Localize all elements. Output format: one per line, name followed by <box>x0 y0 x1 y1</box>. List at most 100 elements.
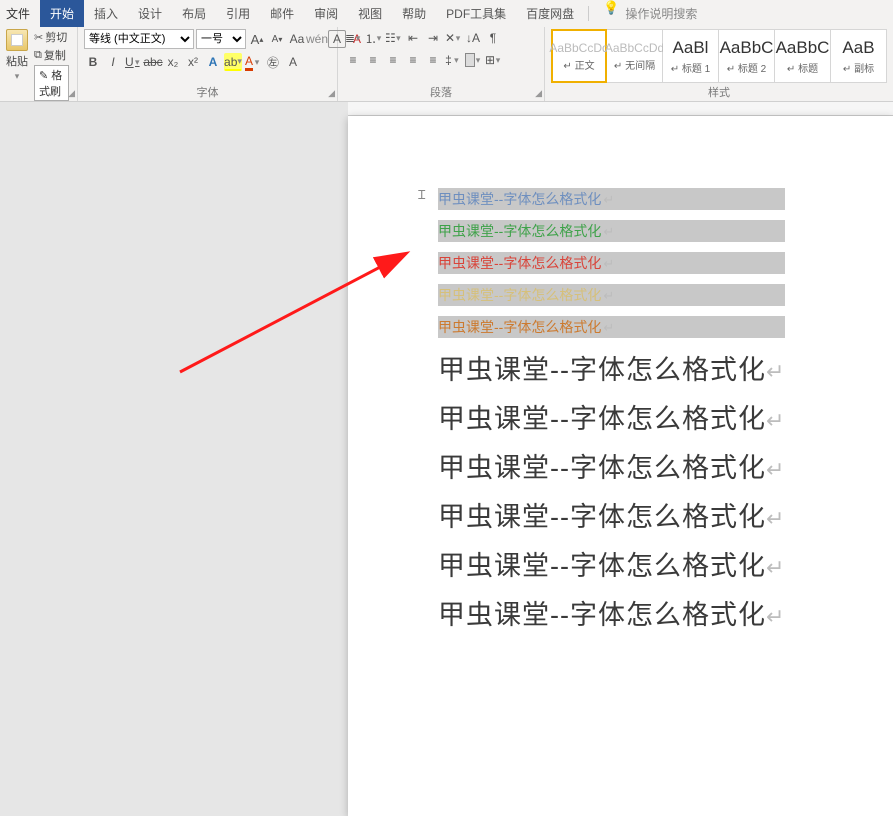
body-line[interactable]: 甲虫课堂--字体怎么格式化↵ <box>438 544 785 583</box>
line-text: 甲虫课堂--字体怎么格式化 <box>438 453 766 483</box>
line-text: 甲虫课堂--字体怎么格式化 <box>438 287 601 303</box>
page[interactable]: Ꮖ 甲虫课堂--字体怎么格式化↵甲虫课堂--字体怎么格式化↵甲虫课堂--字体怎么… <box>348 116 893 816</box>
tab-view[interactable]: 视图 <box>348 0 392 27</box>
selected-line[interactable]: 甲虫课堂--字体怎么格式化↵ <box>438 188 785 210</box>
style-name: ↵ 标题 <box>787 60 818 75</box>
tab-layout[interactable]: 布局 <box>172 0 216 27</box>
align-justify-button[interactable]: ≡ <box>404 51 422 69</box>
body-line[interactable]: 甲虫课堂--字体怎么格式化↵ <box>438 593 785 632</box>
selected-line[interactable]: 甲虫课堂--字体怎么格式化↵ <box>438 252 785 274</box>
sort-button[interactable]: ↓A <box>464 29 482 47</box>
phonetic-guide-button[interactable]: wén <box>308 30 326 48</box>
align-distribute-button[interactable]: ≡ <box>424 51 442 69</box>
style-card-5[interactable]: AaB ↵ 副标 <box>831 29 887 83</box>
show-marks-button[interactable]: ¶ <box>484 29 502 47</box>
font-name-select[interactable]: 等线 (中文正文) <box>84 29 194 49</box>
paragraph-launcher[interactable]: ◢ <box>535 88 542 99</box>
tab-review[interactable]: 审阅 <box>304 0 348 27</box>
styles-gallery[interactable]: AaBbCcDd↵ 正文AaBbCcDd↵ 无间隔AaBl↵ 标题 1AaBbC… <box>551 29 887 83</box>
format-painter-button[interactable]: ✎ 格式刷 <box>32 65 71 101</box>
indent-dec-button[interactable]: ⇤ <box>404 29 422 47</box>
line-text: 甲虫课堂--字体怎么格式化 <box>438 319 601 335</box>
tab-insert[interactable]: 插入 <box>84 0 128 27</box>
text-cursor-icon: Ꮖ <box>418 188 426 203</box>
group-paragraph: ≣▾ ⒈▾ ☷▾ ⇤ ⇥ ✕▾ ↓A ¶ ≡ ≡ ≡ ≡ ≡ ‡▾ ▾ ⊞▾ 段… <box>338 27 545 101</box>
document-content[interactable]: 甲虫课堂--字体怎么格式化↵甲虫课堂--字体怎么格式化↵甲虫课堂--字体怎么格式… <box>438 188 785 632</box>
tab-references[interactable]: 引用 <box>216 0 260 27</box>
line-text: 甲虫课堂--字体怎么格式化 <box>438 223 601 239</box>
body-line[interactable]: 甲虫课堂--字体怎么格式化↵ <box>438 495 785 534</box>
paste-button[interactable]: 粘贴 ▾ <box>6 29 28 82</box>
grow-font-button[interactable]: A▴ <box>248 30 266 48</box>
tab-file[interactable]: 文件 <box>0 0 40 27</box>
tab-home[interactable]: 开始 <box>40 0 84 27</box>
multilevel-button[interactable]: ☷▾ <box>384 29 402 47</box>
ruler[interactable] <box>348 102 893 116</box>
tell-me-search[interactable]: 操作说明搜索 <box>625 0 697 27</box>
body-line[interactable]: 甲虫课堂--字体怎么格式化↵ <box>438 446 785 485</box>
paragraph-mark-icon: ↵ <box>766 604 785 629</box>
style-sample: AaBbC <box>720 38 774 58</box>
scissors-icon: ✂ <box>34 31 43 44</box>
style-sample: AaBl <box>673 38 709 58</box>
style-sample: AaB <box>842 38 874 58</box>
highlight-button[interactable]: ab▾ <box>224 53 242 71</box>
style-sample: AaBbCcDd <box>549 41 608 55</box>
ribbon-tabs: 文件 开始 插入 设计 布局 引用 邮件 审阅 视图 帮助 PDF工具集 百度网… <box>0 0 893 27</box>
enclosed-char-button[interactable]: ㊧ <box>264 53 282 71</box>
tab-mailings[interactable]: 邮件 <box>260 0 304 27</box>
tab-design[interactable]: 设计 <box>128 0 172 27</box>
style-card-3[interactable]: AaBbC↵ 标题 2 <box>719 29 775 83</box>
superscript-button[interactable]: x² <box>184 53 202 71</box>
tab-netdisk[interactable]: 百度网盘 <box>516 0 584 27</box>
bullets-button[interactable]: ≣▾ <box>344 29 362 47</box>
cut-button[interactable]: ✂剪切 <box>32 29 71 45</box>
line-text: 甲虫课堂--字体怎么格式化 <box>438 600 766 630</box>
numbering-button[interactable]: ⒈▾ <box>364 29 382 47</box>
group-font-label: 字体 <box>84 85 331 101</box>
copy-button[interactable]: ⧉复制 <box>32 47 71 63</box>
style-name: ↵ 副标 <box>843 60 874 75</box>
body-line[interactable]: 甲虫课堂--字体怎么格式化↵ <box>438 348 785 387</box>
group-styles: AaBbCcDd↵ 正文AaBbCcDd↵ 无间隔AaBl↵ 标题 1AaBbC… <box>545 27 893 101</box>
style-card-2[interactable]: AaBl↵ 标题 1 <box>663 29 719 83</box>
line-spacing-button[interactable]: ‡▾ <box>444 51 462 69</box>
italic-button[interactable]: I <box>104 53 122 71</box>
style-sample: AaBbC <box>776 38 830 58</box>
selected-line[interactable]: 甲虫课堂--字体怎么格式化↵ <box>438 220 785 242</box>
font-size-select[interactable]: 一号 <box>196 29 246 49</box>
body-line[interactable]: 甲虫课堂--字体怎么格式化↵ <box>438 397 785 436</box>
strike-button[interactable]: abc <box>144 53 162 71</box>
font-color-button[interactable]: A▾ <box>244 53 262 71</box>
underline-button[interactable]: U▾ <box>124 53 142 71</box>
align-right-button[interactable]: ≡ <box>384 51 402 69</box>
text-effects-button[interactable]: A <box>204 53 222 71</box>
tab-pdf[interactable]: PDF工具集 <box>436 0 516 27</box>
align-center-button[interactable]: ≡ <box>364 51 382 69</box>
style-card-0[interactable]: AaBbCcDd↵ 正文 <box>551 29 607 83</box>
clipboard-launcher[interactable]: ◢ <box>68 88 75 99</box>
selected-line[interactable]: 甲虫课堂--字体怎么格式化↵ <box>438 316 785 338</box>
shrink-font-button[interactable]: A▾ <box>268 30 286 48</box>
bold-button[interactable]: B <box>84 53 102 71</box>
font-launcher[interactable]: ◢ <box>328 88 335 99</box>
change-case-button[interactable]: Aa <box>288 30 306 48</box>
align-left-button[interactable]: ≡ <box>344 51 362 69</box>
tab-help[interactable]: 帮助 <box>392 0 436 27</box>
indent-inc-button[interactable]: ⇥ <box>424 29 442 47</box>
borders-button[interactable]: ⊞▾ <box>484 51 502 69</box>
style-card-1[interactable]: AaBbCcDd↵ 无间隔 <box>607 29 663 83</box>
line-text: 甲虫课堂--字体怎么格式化 <box>438 255 601 271</box>
line-text: 甲虫课堂--字体怎么格式化 <box>438 355 766 385</box>
paste-icon <box>6 29 28 51</box>
char-shading-button[interactable]: A <box>284 53 302 71</box>
shading-button[interactable]: ▾ <box>464 51 482 69</box>
asian-layout-button[interactable]: ✕▾ <box>444 29 462 47</box>
style-card-4[interactable]: AaBbC ↵ 标题 <box>775 29 831 83</box>
selected-line[interactable]: 甲虫课堂--字体怎么格式化↵ <box>438 284 785 306</box>
style-name: ↵ 无间隔 <box>614 57 655 72</box>
line-text: 甲虫课堂--字体怎么格式化 <box>438 502 766 532</box>
paragraph-mark-icon: ↵ <box>766 408 785 433</box>
line-text: 甲虫课堂--字体怎么格式化 <box>438 404 766 434</box>
subscript-button[interactable]: x₂ <box>164 53 182 71</box>
